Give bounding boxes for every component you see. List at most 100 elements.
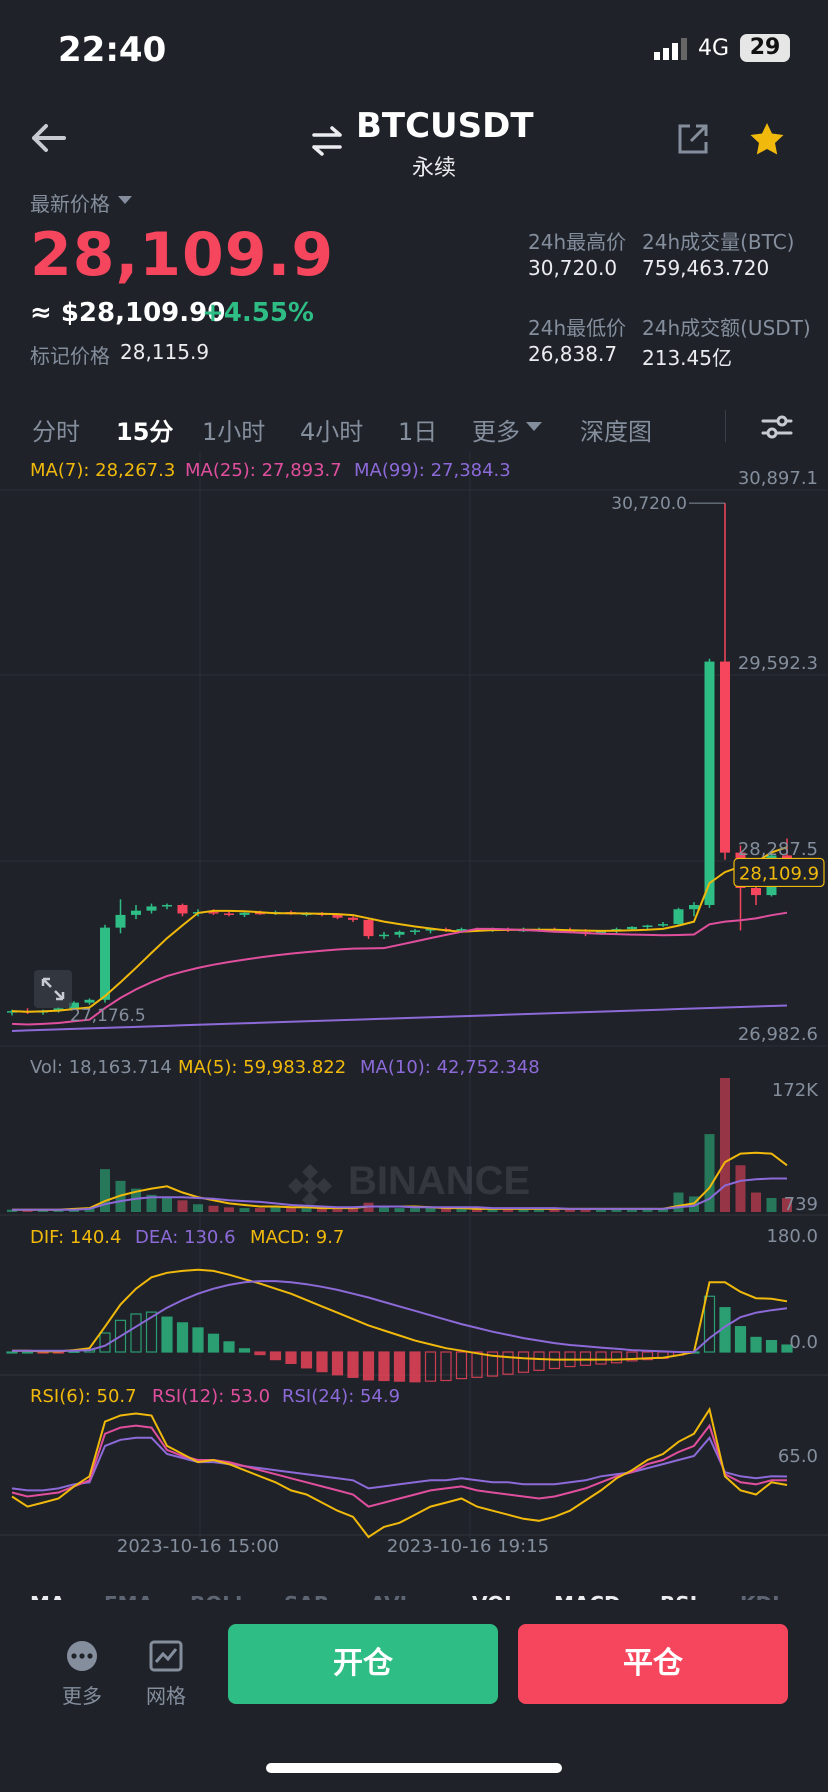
close-position-button[interactable]: 平仓 <box>518 1624 788 1704</box>
rsi6-label: RSI(6): 50.7 <box>30 1386 137 1407</box>
tab-15m[interactable]: 15分 <box>116 412 173 447</box>
candle <box>658 924 668 926</box>
macd-bar <box>130 1313 142 1353</box>
share-icon[interactable] <box>676 122 710 156</box>
candle <box>100 927 110 1000</box>
macd-bar <box>471 1351 483 1378</box>
candle <box>704 661 715 905</box>
volume-bar <box>751 1192 761 1212</box>
caret-down-icon[interactable] <box>118 196 132 204</box>
volume-bar <box>673 1192 684 1212</box>
swap-icon[interactable] <box>310 124 344 158</box>
candles <box>7 503 792 1016</box>
macd-bar <box>393 1351 406 1382</box>
vol-btc-label: 24h成交量(BTC) <box>642 230 795 254</box>
volume-bar <box>410 1208 420 1212</box>
symbol-title[interactable]: BTCUSDT <box>356 106 534 146</box>
low-marker-label: 27,176.5 <box>70 1006 146 1026</box>
candle <box>751 888 761 896</box>
more-button[interactable]: 更多 <box>62 1636 102 1709</box>
macd-bar <box>238 1348 251 1353</box>
battery-icon: 29 <box>740 34 790 62</box>
ma99-label: MA(99): 27,384.3 <box>354 460 511 481</box>
home-indicator <box>266 1763 562 1773</box>
macd-bar <box>254 1351 266 1356</box>
last-price: 28,109.9 <box>30 220 335 290</box>
chart-settings-icon[interactable] <box>760 410 794 444</box>
ma7-line <box>11 846 788 1013</box>
vol-ma10-label: MA(10): 42,752.348 <box>360 1057 540 1078</box>
candle <box>363 919 374 937</box>
candle <box>224 913 234 915</box>
price-axis-label: 28,287.5 <box>738 839 818 860</box>
status-time: 22:40 <box>58 30 167 70</box>
vol-usdt-value: 213.45亿 <box>642 346 732 370</box>
macd-bar <box>176 1322 189 1353</box>
macd-bar <box>192 1327 204 1353</box>
candle <box>162 904 172 907</box>
back-arrow-icon[interactable] <box>28 118 68 158</box>
volume-bar <box>456 1208 467 1212</box>
volume-bar <box>177 1200 188 1212</box>
candle <box>689 904 699 910</box>
volume-bar <box>720 1078 730 1212</box>
volume-bar <box>441 1208 451 1212</box>
rsi24-label: RSI(24): 54.9 <box>282 1386 401 1407</box>
volume-bar <box>735 1165 746 1212</box>
caret-down-icon[interactable] <box>526 422 542 431</box>
macd-label: MACD: 9.7 <box>250 1227 345 1248</box>
candle <box>642 925 653 928</box>
candle <box>115 914 126 928</box>
tab-time-share[interactable]: 分时 <box>32 412 80 447</box>
macd-bar <box>734 1326 747 1353</box>
low-label: 24h最低价 <box>528 316 627 340</box>
volume-axis-label: 172K <box>772 1080 819 1101</box>
macd-bar <box>750 1336 762 1353</box>
expand-icon <box>34 970 72 1008</box>
macd-bar <box>378 1351 390 1382</box>
ma-lines <box>11 846 788 1032</box>
price-axis-label: 29,592.3 <box>738 653 818 674</box>
vol-btc-value: 759,463.720 <box>642 256 770 280</box>
volume-bar <box>394 1208 405 1212</box>
more-dots-icon <box>67 1641 97 1671</box>
volume-bar <box>255 1208 265 1212</box>
volume-bar <box>270 1207 281 1212</box>
macd-bar <box>223 1341 235 1353</box>
rsi-axis-label: 65.0 <box>778 1446 818 1467</box>
rsi6-line <box>11 1406 788 1539</box>
candle <box>379 934 389 937</box>
date-axis-label: 2023-10-16 15:00 <box>117 1536 279 1557</box>
grid-label: 网格 <box>146 1684 186 1708</box>
macd-bar <box>285 1351 297 1364</box>
macd-bar <box>161 1316 173 1353</box>
macd-bar <box>502 1351 514 1375</box>
candle <box>239 912 250 915</box>
tab-1h[interactable]: 1小时 <box>202 412 265 447</box>
volume-bar <box>425 1208 436 1212</box>
macd-bar <box>610 1351 623 1364</box>
kline-chart[interactable]: BINANCE 30,897.1 29,592.3 28,287.5 26,982.6… <box>0 452 828 1580</box>
tab-more[interactable]: 更多 <box>472 412 520 447</box>
contract-type: 永续 <box>412 156 457 181</box>
macd-bar <box>595 1351 607 1365</box>
tab-4h[interactable]: 4小时 <box>300 412 363 447</box>
macd-bar <box>409 1351 421 1383</box>
open-position-button[interactable]: 开仓 <box>228 1624 498 1704</box>
grid-trading-button[interactable]: 网格 <box>144 1636 188 1709</box>
price-axis-label: 30,897.1 <box>738 468 818 489</box>
volume-bar <box>239 1208 250 1212</box>
macd-bar <box>424 1351 437 1382</box>
macd-bar <box>21 1351 34 1354</box>
candle <box>348 917 358 920</box>
current-price-tag-label: 28,109.9 <box>739 863 819 884</box>
volume-bar <box>766 1197 777 1212</box>
volume-bar <box>162 1197 172 1212</box>
tab-1d[interactable]: 1日 <box>398 412 437 447</box>
volume-bar <box>286 1208 296 1212</box>
favorite-star-icon[interactable] <box>748 120 786 158</box>
mark-price-label: 标记价格 <box>30 344 110 368</box>
volume-bar <box>301 1208 312 1212</box>
tab-depth[interactable]: 深度图 <box>580 412 652 447</box>
last-price-label[interactable]: 最新价格 <box>30 188 110 217</box>
